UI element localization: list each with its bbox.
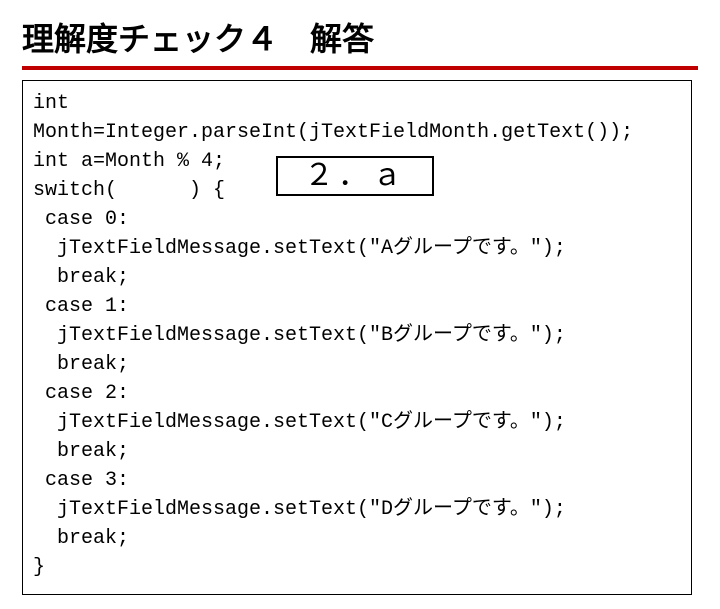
code-line-2: Month=Integer.parseInt(jTextFieldMonth.g…: [33, 118, 681, 147]
slide-title: 理解度チェック４ 解答: [22, 14, 698, 70]
code-line-14: case 3:: [33, 466, 681, 495]
code-line-15: jTextFieldMessage.setText("Dグループです。");: [33, 495, 681, 524]
code-line-16: break;: [33, 524, 681, 553]
code-line-13: break;: [33, 437, 681, 466]
code-block: int Month=Integer.parseInt(jTextFieldMon…: [22, 80, 692, 595]
code-line-12: jTextFieldMessage.setText("Cグループです。");: [33, 408, 681, 437]
code-line-10: break;: [33, 350, 681, 379]
code-line-9: jTextFieldMessage.setText("Bグループです。");: [33, 321, 681, 350]
code-line-11: case 2:: [33, 379, 681, 408]
code-line-5: case 0:: [33, 205, 681, 234]
code-line-17: }: [33, 553, 681, 582]
code-line-7: break;: [33, 263, 681, 292]
code-line-8: case 1:: [33, 292, 681, 321]
code-line-6: jTextFieldMessage.setText("Aグループです。");: [33, 234, 681, 263]
slide: 理解度チェック４ 解答 int Month=Integer.parseInt(j…: [0, 0, 720, 609]
answer-label: ２．ａ: [304, 154, 406, 198]
code-line-1: int: [33, 89, 681, 118]
answer-box: ２．ａ: [276, 156, 434, 196]
